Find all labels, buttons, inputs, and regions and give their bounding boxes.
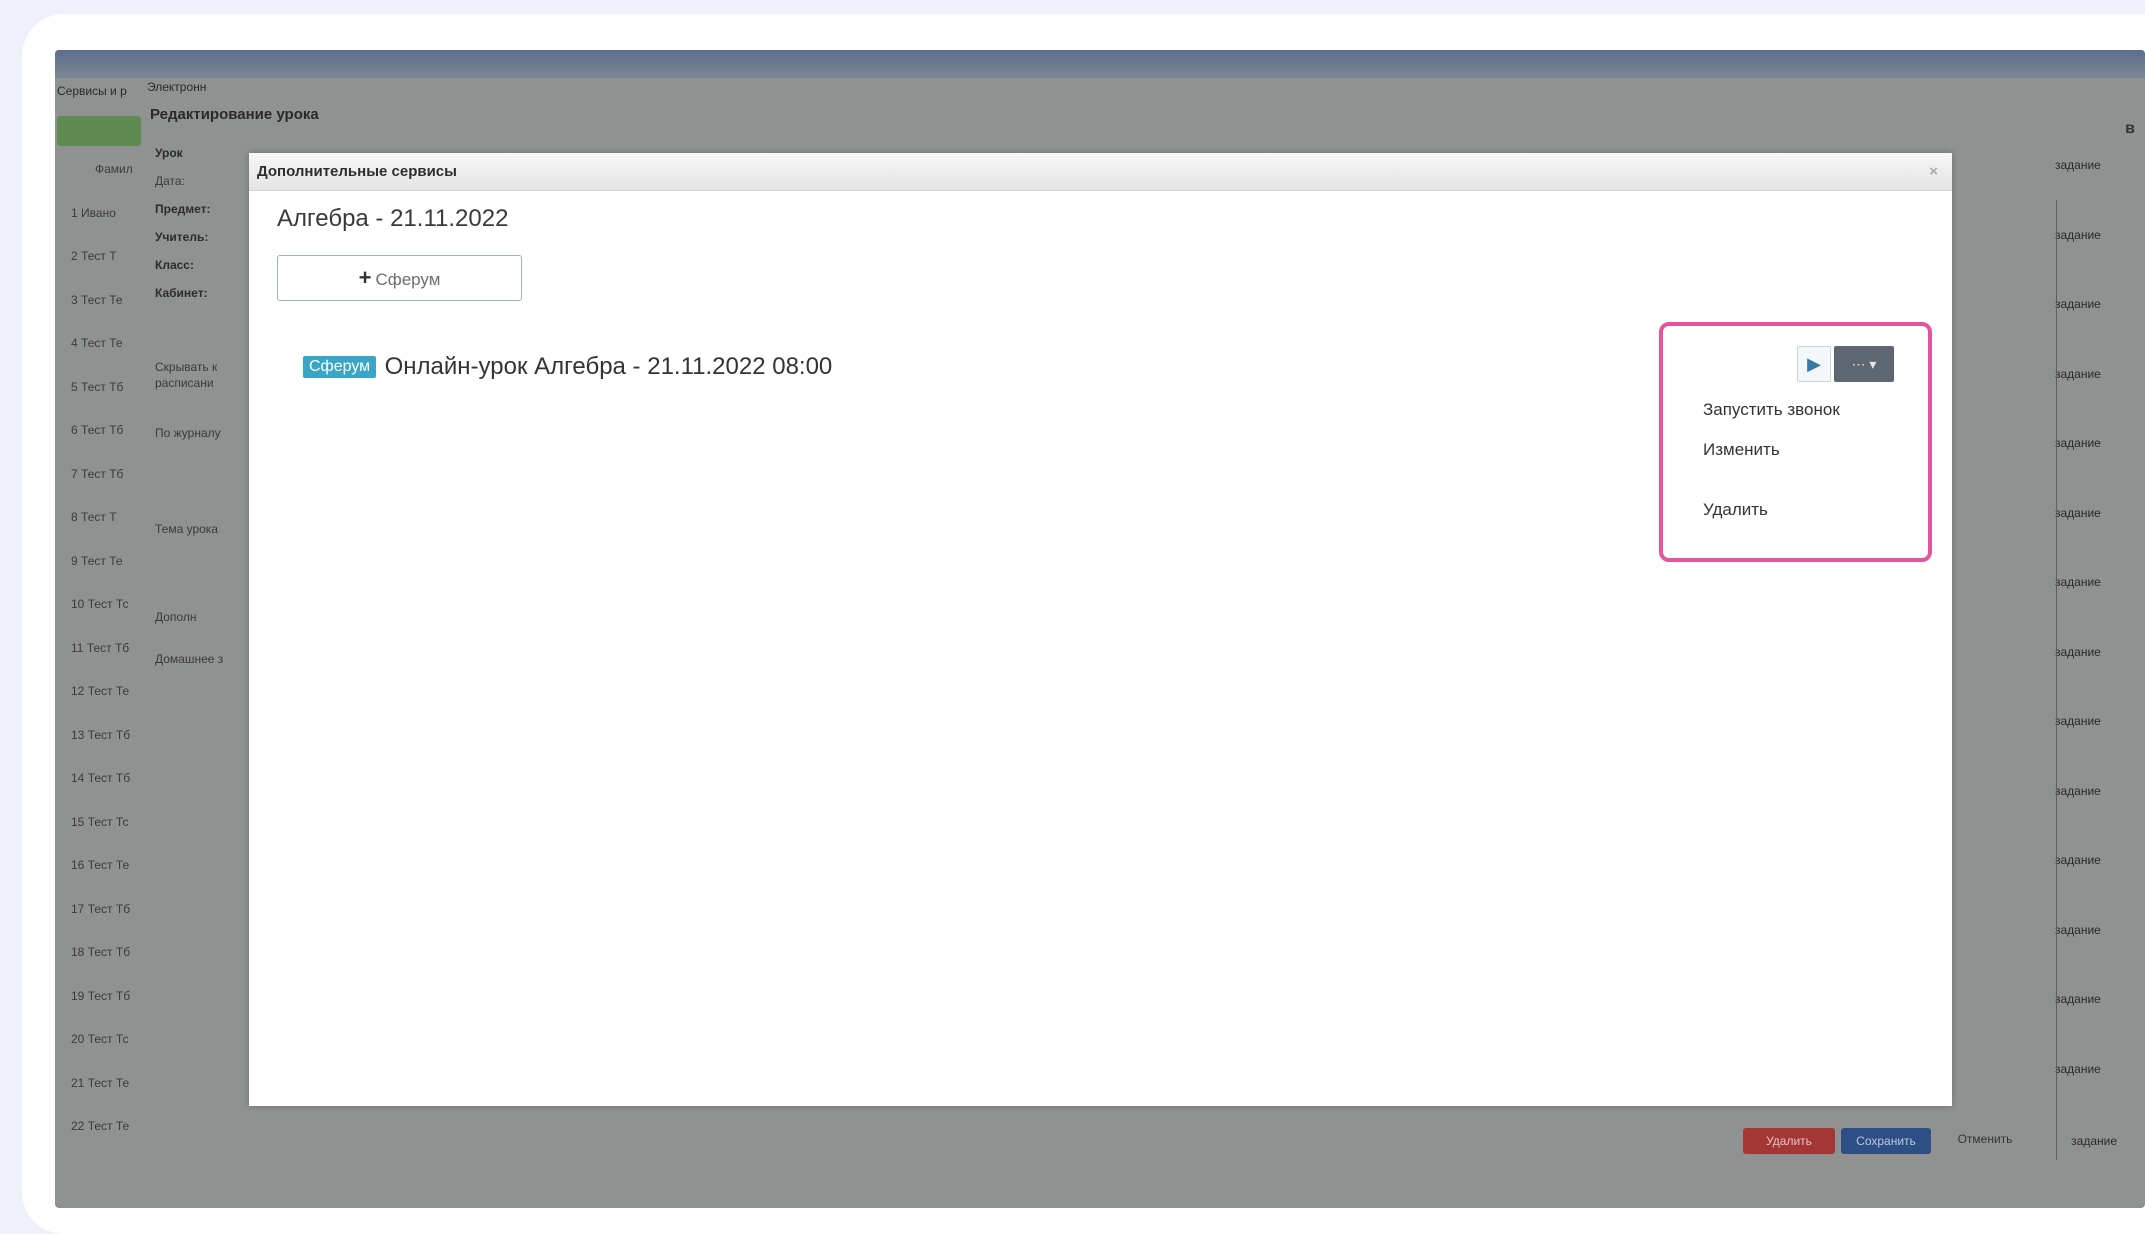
form-topic-label: Тема урока (155, 522, 218, 536)
list-item[interactable]: задание (2055, 923, 2115, 993)
homework-column: задание задание задание задание задание … (2055, 158, 2115, 1131)
list-item[interactable]: 17 Тест Тб (55, 902, 255, 946)
list-item[interactable]: 16 Тест Те (55, 858, 255, 902)
list-item[interactable]: задание (2055, 367, 2115, 437)
corner-label: в (2125, 120, 2135, 137)
online-lesson-item: Сферум Онлайн-урок Алгебра - 21.11.2022 … (303, 353, 832, 383)
list-item[interactable]: задание (2055, 784, 2115, 854)
list-item[interactable]: задание (2055, 436, 2115, 506)
highlight-frame (1659, 322, 1932, 562)
list-item[interactable]: задание (2055, 853, 2115, 923)
sferum-badge: Сферум (303, 356, 377, 378)
form-journal-label: По журналу (155, 426, 221, 440)
list-item[interactable]: 7 Тест Тб (55, 467, 255, 511)
list-item[interactable]: задание (2055, 297, 2115, 367)
list-item[interactable]: задание (2055, 158, 2115, 228)
header-services-label: Сервисы и р (57, 84, 127, 98)
dialog-title: Дополнительные сервисы (257, 163, 457, 180)
column-divider (2056, 200, 2057, 1160)
list-item[interactable]: задание (2055, 714, 2115, 784)
list-item[interactable]: 22 Тест Те (55, 1119, 255, 1163)
list-item[interactable]: задание (2071, 1134, 2117, 1148)
dialog-header: Дополнительные сервисы × (249, 153, 1952, 191)
form-homework-label: Домашнее з (155, 652, 224, 666)
close-icon[interactable]: × (1929, 153, 1938, 191)
list-item[interactable]: 19 Тест Тб (55, 989, 255, 1033)
list-item[interactable]: 14 Тест Тб (55, 771, 255, 815)
list-item[interactable]: задание (2055, 645, 2115, 715)
form-schedule-label: расписани (155, 376, 214, 390)
add-sferum-label: Сферум (375, 270, 441, 289)
app-topbar (55, 50, 2145, 78)
add-sferum-button[interactable]: + Сферум (277, 255, 522, 301)
list-item[interactable]: 9 Тест Те (55, 554, 255, 598)
list-item[interactable]: 18 Тест Тб (55, 945, 255, 989)
list-item[interactable]: 15 Тест Тс (55, 815, 255, 859)
list-item[interactable]: 13 Тест Тб (55, 728, 255, 772)
lesson-subject-date: Алгебра - 21.11.2022 (277, 205, 509, 232)
list-item[interactable]: задание (2055, 228, 2115, 298)
form-additional-label: Дополн (155, 610, 197, 624)
save-lesson-button[interactable]: Сохранить (1841, 1128, 1931, 1154)
list-item[interactable]: 12 Тест Те (55, 684, 255, 728)
green-action-button[interactable] (57, 116, 141, 146)
delete-lesson-button[interactable]: Удалить (1743, 1128, 1835, 1154)
list-item[interactable]: 20 Тест Тс (55, 1032, 255, 1076)
form-hide-label: Скрывать к (155, 360, 218, 374)
page-title: Редактирование урока (150, 106, 319, 123)
additional-services-dialog: Дополнительные сервисы × Алгебра - 21.11… (249, 153, 1952, 1106)
list-item[interactable]: задание (2055, 506, 2115, 576)
list-item[interactable]: задание (2055, 1062, 2115, 1132)
plus-icon: + (358, 265, 372, 290)
list-item[interactable]: задание (2055, 575, 2115, 645)
list-item[interactable]: задание (2055, 992, 2115, 1062)
header-journal-label: Электронн (147, 80, 207, 94)
list-item[interactable]: 21 Тест Те (55, 1076, 255, 1120)
online-lesson-title: Онлайн-урок Алгебра - 21.11.2022 08:00 (384, 353, 833, 380)
cancel-lesson-button[interactable]: Отменить (1945, 1132, 2025, 1152)
